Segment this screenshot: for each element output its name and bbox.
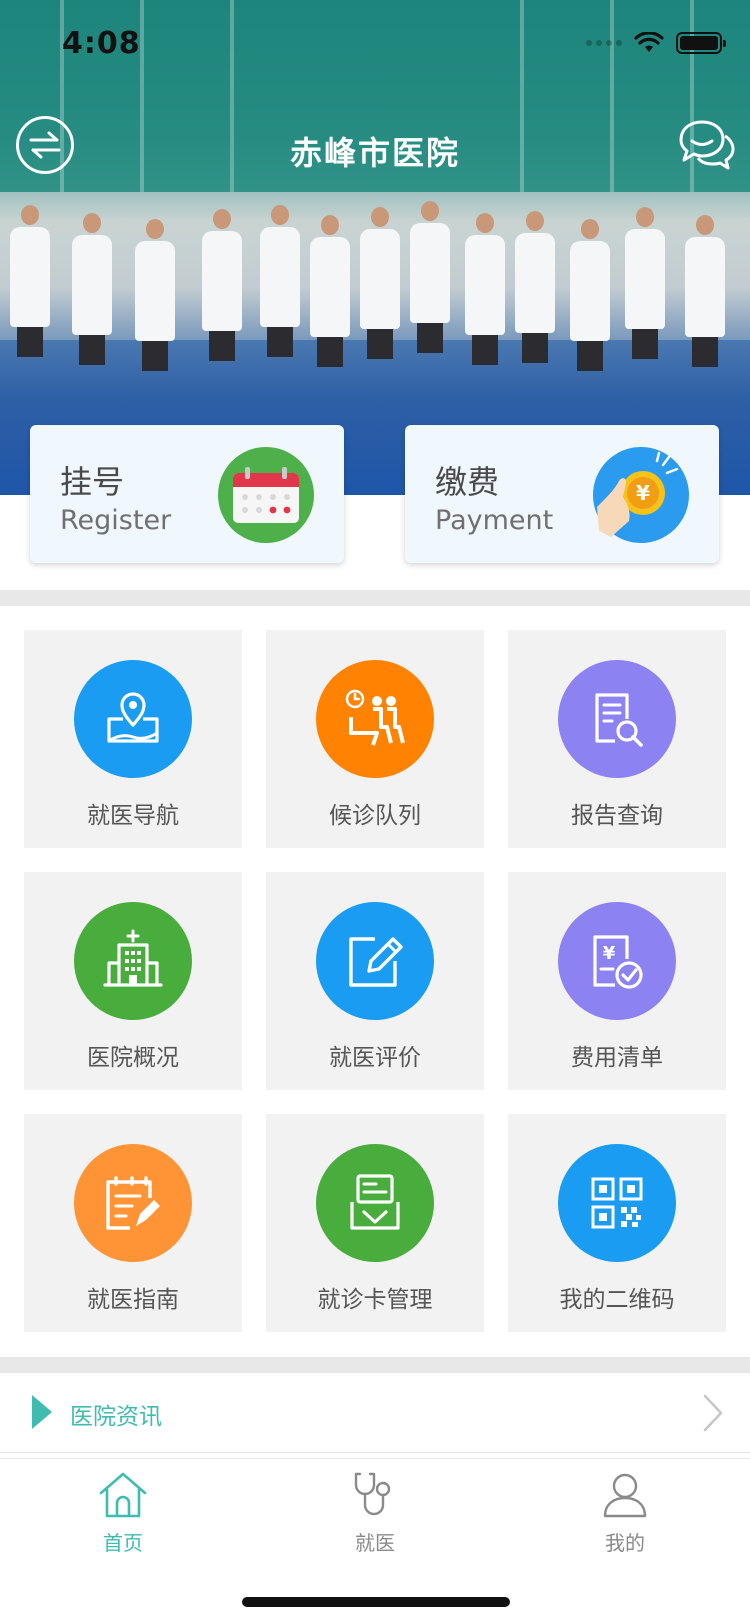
hospital-news-row[interactable]: 医院资讯 — [0, 1373, 750, 1453]
home-indicator[interactable] — [242, 1597, 510, 1607]
tab-label: 我的 — [605, 1531, 645, 1555]
service-grid: 就医导航 候诊队列 报告查询 医院概况 就医评价 ¥ 费用清单 就医指南 就诊卡… — [24, 630, 726, 1332]
stethoscope-icon — [354, 1472, 391, 1516]
report-icon-circle — [558, 660, 676, 778]
service-label: 就医评价 — [329, 1045, 421, 1071]
service-label: 医院概况 — [87, 1045, 179, 1071]
map-pin-icon — [107, 692, 159, 743]
card-management-icon-circle — [316, 1144, 434, 1262]
hospital-overview-icon-circle — [74, 902, 192, 1020]
report-search-icon — [595, 693, 643, 747]
service-label: 候诊队列 — [329, 803, 421, 829]
register-icon-circle — [218, 447, 314, 543]
payment-title: 缴费 — [435, 463, 500, 501]
service-label: 就医导航 — [87, 803, 179, 829]
payment-card[interactable]: 缴费 Payment ¥ — [405, 425, 719, 563]
service-label: 就医指南 — [87, 1287, 179, 1313]
section-divider — [0, 590, 750, 606]
queue-icon-circle — [316, 660, 434, 778]
user-icon — [603, 1473, 647, 1518]
navigation-icon-circle — [74, 660, 192, 778]
service-tile-qr-code[interactable]: 我的二维码 — [508, 1114, 726, 1332]
chat-bubbles-icon — [679, 120, 735, 170]
payment-icon-circle: ¥ — [593, 447, 689, 543]
bill-check-icon: ¥ — [593, 935, 643, 989]
chevron-right-icon — [703, 1394, 723, 1432]
hero-banner — [0, 0, 750, 495]
qr-code-icon-circle — [558, 1144, 676, 1262]
svg-text:¥: ¥ — [603, 943, 616, 964]
qr-code-icon — [591, 1177, 643, 1229]
tab-label: 首页 — [103, 1531, 143, 1555]
evaluation-icon-circle — [316, 902, 434, 1020]
service-tile-evaluation[interactable]: 就医评价 — [266, 872, 484, 1090]
status-time: 4:08 — [62, 26, 141, 61]
bill-icon-circle: ¥ — [558, 902, 676, 1020]
svg-text:¥: ¥ — [636, 481, 650, 505]
service-label: 就诊卡管理 — [317, 1287, 433, 1313]
calendar-icon — [233, 467, 299, 523]
service-tile-bill[interactable]: ¥ 费用清单 — [508, 872, 726, 1090]
service-label: 报告查询 — [571, 803, 663, 829]
payment-subtitle: Payment — [435, 505, 554, 536]
wifi-icon — [634, 32, 664, 52]
service-tile-navigation[interactable]: 就医导航 — [24, 630, 242, 848]
status-icons — [586, 32, 726, 54]
chat-button[interactable] — [674, 116, 736, 174]
service-label: 我的二维码 — [559, 1287, 675, 1313]
service-tile-report[interactable]: 报告查询 — [508, 630, 726, 848]
tab-home[interactable]: 首页 — [63, 1471, 183, 1556]
tab-label: 就医 — [355, 1531, 395, 1555]
hero-staff-photo — [10, 201, 740, 371]
page-title: 赤峰市医院 — [289, 134, 460, 172]
service-tile-guide[interactable]: 就医指南 — [24, 1114, 242, 1332]
service-tile-queue[interactable]: 候诊队列 — [266, 630, 484, 848]
signal-icon — [586, 40, 622, 46]
coin-hand-icon: ¥ — [597, 451, 679, 537]
tab-medical[interactable]: 就医 — [315, 1471, 435, 1556]
home-icon — [99, 1472, 147, 1518]
battery-icon — [676, 32, 726, 54]
edit-pencil-icon — [349, 937, 403, 987]
tab-mine[interactable]: 我的 — [565, 1471, 685, 1556]
register-title: 挂号 — [60, 463, 125, 501]
register-card[interactable]: 挂号 Register — [30, 425, 344, 563]
service-tile-card-management[interactable]: 就诊卡管理 — [266, 1114, 484, 1332]
register-subtitle: Register — [60, 505, 172, 536]
section-divider — [0, 1357, 750, 1373]
news-title: 医院资讯 — [70, 1404, 162, 1430]
guide-icon-circle — [74, 1144, 192, 1262]
news-marker-icon — [32, 1395, 52, 1429]
service-tile-hospital-overview[interactable]: 医院概况 — [24, 872, 242, 1090]
waiting-seat-icon — [345, 689, 405, 746]
guide-clipboard-icon — [106, 1176, 160, 1230]
service-label: 费用清单 — [571, 1045, 663, 1071]
hospital-building-icon — [103, 929, 163, 987]
card-tray-icon — [350, 1174, 400, 1230]
